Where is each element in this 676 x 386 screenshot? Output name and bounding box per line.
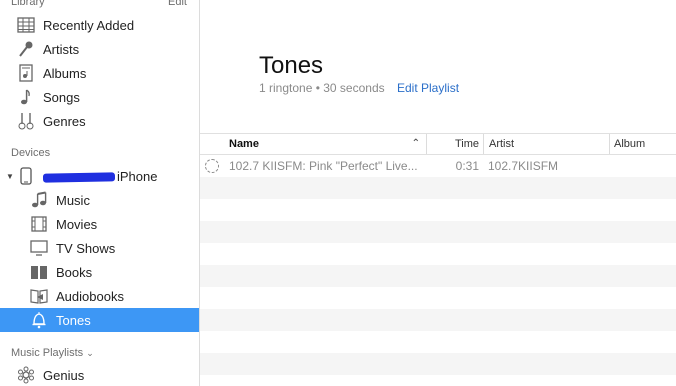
redaction-mark <box>42 171 116 183</box>
empty-row <box>200 177 676 199</box>
music-note-icon <box>29 191 49 209</box>
music-playlists-header[interactable]: Music Playlists ⌄ <box>11 347 94 359</box>
sidebar-item-label: Books <box>56 264 93 280</box>
disclosure-triangle-icon[interactable]: ▼ <box>6 172 14 181</box>
sidebar-item-label: Genius <box>43 367 85 383</box>
sidebar-item-music[interactable]: Music <box>0 188 199 212</box>
sidebar-item-genius[interactable]: Genius <box>0 363 199 386</box>
sidebar-item-artists[interactable]: Artists <box>0 37 199 61</box>
sidebar-item-label: Movies <box>56 216 98 232</box>
sidebar-item-label: Genres <box>43 113 86 129</box>
column-header-name[interactable]: Name ⌃ <box>224 134 426 154</box>
edit-playlist-link[interactable]: Edit Playlist <box>397 81 459 95</box>
library-header: Library <box>11 0 45 8</box>
track-artist: 102.7KIISFM <box>488 159 559 173</box>
sidebar-item-label: Songs <box>43 89 80 105</box>
sidebar-item-label: Music <box>56 192 90 208</box>
page-title: Tones <box>259 52 324 79</box>
column-header-album[interactable]: Album <box>609 134 676 154</box>
guitars-icon <box>16 112 36 130</box>
iphone-icon <box>16 167 36 185</box>
sidebar-item-label: Artists <box>43 41 80 57</box>
empty-row <box>200 243 676 265</box>
empty-row <box>200 353 676 375</box>
sidebar-item-label: TV Shows <box>56 240 116 256</box>
sidebar-item-label: Tones <box>56 312 91 328</box>
sidebar-item-songs[interactable]: Songs <box>0 85 199 109</box>
devices-header: Devices <box>11 147 51 159</box>
sidebar: Library Edit Recently Added Artists Albu… <box>0 0 200 386</box>
column-header-time[interactable]: Time <box>426 134 483 154</box>
bell-icon <box>29 311 49 329</box>
sidebar-item-label: Albums <box>43 65 87 81</box>
column-header-label: Name <box>229 138 259 150</box>
sort-ascending-icon: ⌃ <box>411 138 420 149</box>
device-name: iPhone <box>42 168 158 184</box>
sidebar-item-label: Recently Added <box>43 17 135 33</box>
empty-row <box>200 287 676 309</box>
album-icon <box>16 64 36 82</box>
book-icon <box>29 263 49 281</box>
film-icon <box>29 215 49 233</box>
grid-icon <box>16 16 36 34</box>
sidebar-item-albums[interactable]: Albums <box>0 61 199 85</box>
sidebar-item-label: Audiobooks <box>56 288 124 304</box>
track-time: 0:31 <box>455 159 479 173</box>
sidebar-item-recently-added[interactable]: Recently Added <box>0 13 199 37</box>
empty-row <box>200 265 676 287</box>
genius-icon <box>16 366 36 384</box>
table-row[interactable]: 102.7 KIISFM: Pink "Perfect" Live... 0:3… <box>200 155 676 177</box>
empty-row <box>200 221 676 243</box>
music-playlists-label: Music Playlists <box>11 347 84 359</box>
track-list: 102.7 KIISFM: Pink "Perfect" Live... 0:3… <box>200 155 676 375</box>
tv-icon <box>29 239 49 257</box>
sidebar-item-tv-shows[interactable]: TV Shows <box>0 236 199 260</box>
music-note-icon <box>16 88 36 106</box>
sidebar-item-movies[interactable]: Movies <box>0 212 199 236</box>
edit-library-link[interactable]: Edit <box>168 0 187 8</box>
audiobook-icon <box>29 287 49 305</box>
sync-status-icon <box>205 159 219 173</box>
sidebar-item-audiobooks[interactable]: Audiobooks <box>0 284 199 308</box>
table-header: Name ⌃ Time Artist Album <box>200 133 676 155</box>
itunes-window: Library Edit Recently Added Artists Albu… <box>0 0 676 386</box>
sidebar-item-device-iphone[interactable]: ▼ iPhone <box>0 164 199 188</box>
empty-row <box>200 309 676 331</box>
track-name: 102.7 KIISFM: Pink "Perfect" Live... <box>229 159 418 173</box>
empty-row <box>200 199 676 221</box>
microphone-icon <box>16 40 36 58</box>
sidebar-item-books[interactable]: Books <box>0 260 199 284</box>
sidebar-item-genres[interactable]: Genres <box>0 109 199 133</box>
empty-row <box>200 331 676 353</box>
device-name-text: iPhone <box>117 168 158 184</box>
playlist-summary: 1 ringtone • 30 seconds <box>259 81 385 95</box>
column-header-artist[interactable]: Artist <box>483 134 609 154</box>
main-content: Tones 1 ringtone • 30 seconds Edit Playl… <box>200 0 676 386</box>
chevron-down-icon: ⌄ <box>86 348 94 358</box>
sidebar-item-tones[interactable]: Tones <box>0 308 199 332</box>
